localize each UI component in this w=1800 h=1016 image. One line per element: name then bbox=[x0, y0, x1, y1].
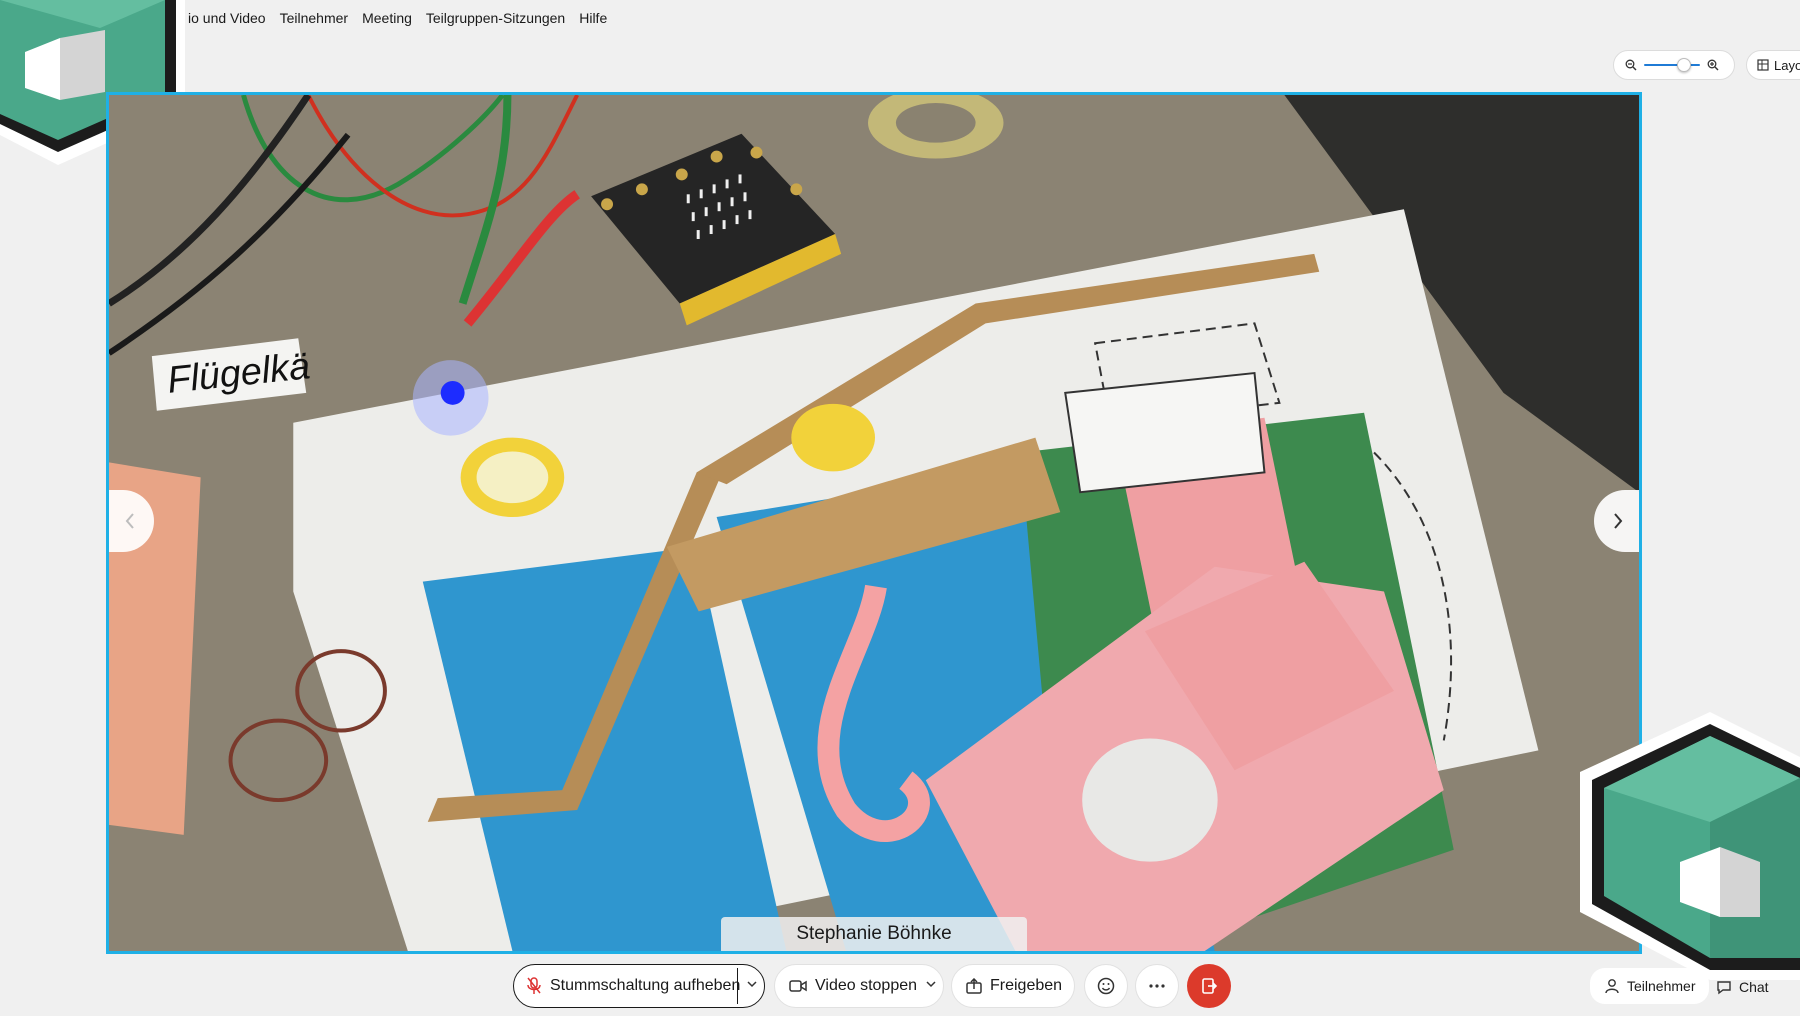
share-button[interactable]: Freigeben bbox=[951, 964, 1075, 1008]
leave-meeting-button[interactable] bbox=[1187, 964, 1231, 1008]
chat-bubble-icon bbox=[1717, 981, 1731, 995]
reactions-button[interactable] bbox=[1084, 964, 1128, 1008]
menu-item-breakout-sessions[interactable]: Teilgruppen-Sitzungen bbox=[426, 10, 565, 26]
chevron-down-icon[interactable] bbox=[925, 978, 937, 990]
chat-button[interactable]: Chat bbox=[1716, 972, 1769, 1002]
smiley-icon bbox=[1097, 977, 1115, 995]
video-feed-image: Flügelkä bbox=[109, 95, 1639, 951]
active-speaker-video[interactable]: Flügelkä Stephanie Böhnke bbox=[106, 92, 1642, 954]
menu-bar: io und Video Teilnehmer Meeting Teilgrup… bbox=[188, 10, 607, 26]
layout-button-label: Layo bbox=[1774, 57, 1800, 73]
share-button-label: Freigeben bbox=[990, 977, 1063, 994]
video-camera-icon bbox=[789, 980, 807, 992]
zoom-slider[interactable] bbox=[1644, 58, 1700, 72]
zoom-slider-handle[interactable] bbox=[1676, 58, 1691, 72]
more-options-button[interactable] bbox=[1135, 964, 1179, 1008]
menu-item-audio-video[interactable]: io und Video bbox=[188, 10, 266, 26]
participants-button-label: Teilnehmer bbox=[1627, 978, 1696, 994]
hexagon-logo-bottom-right bbox=[1580, 712, 1800, 980]
chevron-down-icon[interactable] bbox=[746, 978, 758, 990]
participant-name-label: Stephanie Böhnke bbox=[721, 917, 1027, 951]
grid-icon bbox=[1757, 59, 1769, 71]
zoom-in-icon[interactable] bbox=[1706, 58, 1720, 72]
zoom-out-icon[interactable] bbox=[1624, 58, 1638, 72]
layout-button[interactable]: Layo bbox=[1746, 50, 1800, 80]
menu-item-help[interactable]: Hilfe bbox=[579, 10, 607, 26]
menu-item-participants[interactable]: Teilnehmer bbox=[280, 10, 348, 26]
unmute-button-label: Stummschaltung aufheben bbox=[550, 977, 741, 994]
chevron-left-icon bbox=[125, 513, 134, 529]
unmute-button[interactable]: Stummschaltung aufheben bbox=[513, 964, 765, 1008]
microphone-off-icon bbox=[527, 977, 541, 994]
more-dots-icon bbox=[1149, 984, 1165, 988]
chat-button-label: Chat bbox=[1739, 979, 1769, 995]
stop-video-button[interactable]: Video stoppen bbox=[774, 964, 944, 1008]
share-icon bbox=[966, 978, 982, 994]
divider bbox=[737, 968, 738, 1004]
stop-video-button-label: Video stoppen bbox=[815, 977, 918, 994]
menu-item-meeting[interactable]: Meeting bbox=[362, 10, 412, 26]
person-icon bbox=[1605, 979, 1619, 994]
participant-name: Stephanie Böhnke bbox=[796, 923, 952, 944]
participants-button[interactable]: Teilnehmer bbox=[1590, 968, 1710, 1004]
chevron-right-icon bbox=[1614, 513, 1623, 529]
leave-door-icon bbox=[1202, 978, 1218, 994]
zoom-control bbox=[1613, 50, 1735, 80]
